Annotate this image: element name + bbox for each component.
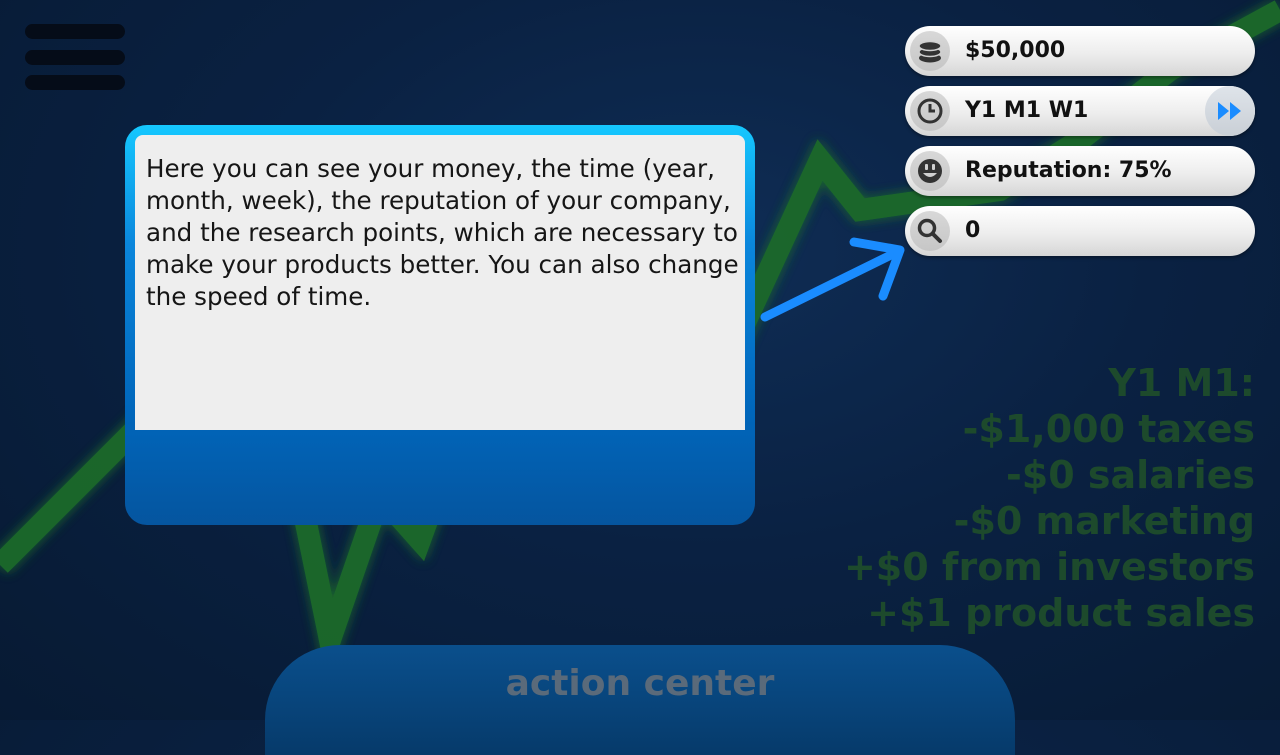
date-value: Y1 M1 W1	[965, 98, 1089, 123]
research-display: 0	[905, 206, 1255, 256]
research-value: 0	[965, 218, 981, 243]
reputation-display: Reputation: 75%	[905, 146, 1255, 196]
smiley-icon	[910, 151, 950, 191]
menu-button[interactable]	[25, 24, 125, 92]
coins-icon	[910, 31, 950, 71]
tutorial-dialog[interactable]: Here you can see your money, the time (y…	[125, 125, 755, 525]
summary-line: -$0 salaries	[1006, 453, 1255, 497]
summary-line: -$0 marketing	[953, 499, 1255, 543]
speed-button[interactable]	[1205, 86, 1255, 136]
money-value: $50,000	[965, 38, 1066, 63]
reputation-value: Reputation: 75%	[965, 158, 1172, 183]
hamburger-menu-icon	[25, 24, 125, 39]
hamburger-bar	[25, 50, 125, 65]
summary-line: +$1 product sales	[867, 591, 1255, 635]
money-display: $50,000	[905, 26, 1255, 76]
summary-line: Y1 M1:	[1108, 361, 1255, 405]
hamburger-bar	[25, 75, 125, 90]
summary-line: -$1,000 taxes	[962, 407, 1255, 451]
summary-line: +$0 from investors	[843, 545, 1255, 589]
monthly-summary: Y1 M1: -$1,000 taxes -$0 salaries -$0 ma…	[844, 360, 1255, 636]
fast-forward-icon	[1218, 102, 1241, 120]
action-center-label: action center	[505, 663, 775, 704]
action-center-button[interactable]: action center	[265, 645, 1015, 755]
tutorial-text: Here you can see your money, the time (y…	[135, 135, 745, 430]
clock-icon	[910, 91, 950, 131]
tutorial-arrow-icon	[760, 237, 905, 322]
date-display: Y1 M1 W1	[905, 86, 1255, 136]
